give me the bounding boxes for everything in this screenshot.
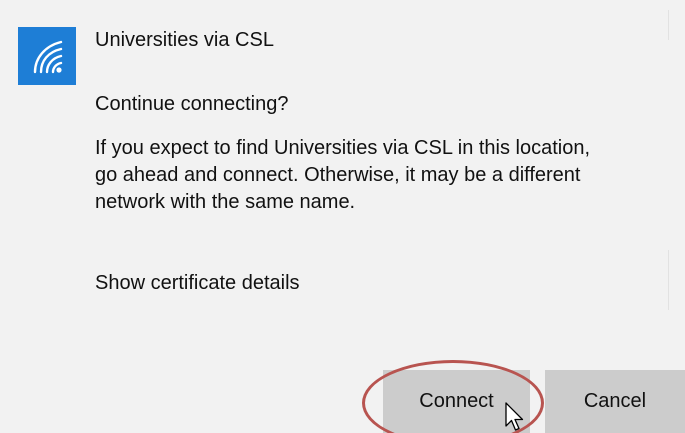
show-certificate-details-link[interactable]: Show certificate details (95, 271, 300, 295)
continue-question: Continue connecting? (95, 93, 289, 115)
cancel-button[interactable]: Cancel (545, 370, 685, 433)
wifi-signal-icon (33, 40, 63, 74)
connection-message: If you expect to find Universities via C… (95, 135, 685, 216)
connect-button[interactable]: Connect (383, 370, 530, 433)
scroll-divider (668, 10, 669, 40)
message-line: go ahead and connect. Otherwise, it may … (95, 164, 581, 186)
network-name: Universities via CSL (95, 29, 274, 51)
wifi-icon (18, 27, 76, 85)
wifi-connect-panel: Universities via CSL Continue connecting… (0, 0, 685, 433)
scroll-track (665, 0, 685, 433)
message-line: network with the same name. (95, 191, 356, 213)
message-line: If you expect to find Universities via C… (95, 137, 591, 159)
scroll-divider (668, 250, 669, 310)
